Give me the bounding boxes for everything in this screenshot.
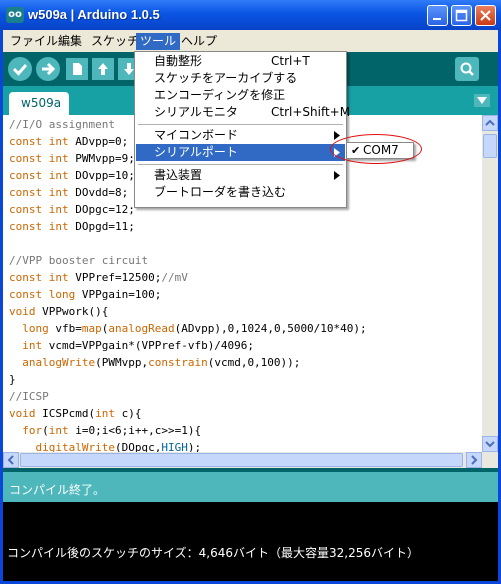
code-line: const long VPPgain=100; [9,288,162,301]
code-line: digitalWrite(DOpgc,HIGH); [35,441,202,452]
menu-separator [138,164,343,165]
vertical-scroll-thumb[interactable] [483,134,497,158]
window-title: w509a | Arduino 1.0.5 [28,7,160,22]
menu-edit[interactable]: 編集 [54,33,86,50]
menu-item-label: マイコンボード [154,128,239,142]
code-line: //VPP booster circuit [9,254,149,267]
menu-item-burn-bootloader[interactable]: ブートローダを書き込む [136,184,345,201]
code-line: const int DOpgc=12; [9,203,135,216]
status-message: コンパイル終了。 [9,483,106,497]
code-line: void ICSPcmd(int c){ [9,407,142,420]
menu-item-archive-sketch[interactable]: スケッチをアーカイブする [136,70,345,87]
chevron-right-icon [471,455,478,465]
horizontal-scroll-thumb[interactable] [20,453,463,467]
console-text: コンパイル後のスケッチのサイズ：4,646バイト（最大容量32,256バイト） [7,546,419,560]
code-line: const int DOvpp=10; [9,169,135,182]
minimize-icon [433,18,441,20]
tab-menu-button[interactable] [474,94,490,107]
menu-item-board[interactable]: マイコンボード [136,127,345,144]
console-output[interactable]: コンパイル後のスケッチのサイズ：4,646バイト（最大容量32,256バイト） [3,502,498,581]
menu-help[interactable]: ヘルプ [177,33,221,50]
code-line: const int DOvdd=8; [9,186,129,199]
chevron-up-icon [485,119,495,126]
code-line: const int PWMvpp=9; [9,152,135,165]
minimize-button[interactable] [427,5,448,26]
code-line: long vfb=map(analogRead(ADvpp),0,1024,0,… [22,322,367,335]
menu-item-serial-port[interactable]: シリアルポート [136,144,345,161]
maximize-icon [455,9,468,22]
code-line: const int VPPref=12500;//mV [9,271,188,284]
maximize-button[interactable] [451,5,472,26]
menu-item-fix-encoding[interactable]: エンコーディングを修正 [136,87,345,104]
new-button[interactable] [66,58,88,80]
menu-separator [138,124,343,125]
menu-item-programmer[interactable]: 書込装置 [136,167,345,184]
scroll-up-button[interactable] [482,115,498,131]
tab-w509a[interactable]: w509a [9,92,69,115]
checkmark-icon [12,64,28,76]
upload-button[interactable] [36,57,60,81]
magnifier-icon [460,62,474,76]
code-line: const int ADvpp=0; [9,135,129,148]
menu-item-label: 自動整形 [154,54,203,68]
scroll-down-button[interactable] [482,436,498,452]
new-file-icon [73,63,82,75]
close-button[interactable] [475,5,496,26]
tools-menu-dropdown: 自動整形 Ctrl+T スケッチをアーカイブする エンコーディングを修正 シリア… [134,51,350,208]
code-line: for(int i=0;i<6;i++,c>>=1){ [22,424,202,437]
menu-item-label: シリアルモニタ [154,105,238,119]
serial-monitor-button[interactable] [455,57,479,81]
code-line: int vcmd=VPPgain*(VPPref-vfb)/4096; [22,339,255,352]
horizontal-scrollbar[interactable] [3,452,498,468]
code-line: void VPPwork(){ [9,305,109,318]
menu-item-auto-format[interactable]: 自動整形 Ctrl+T [136,53,345,70]
tab-label: w509a [21,96,62,110]
close-icon [480,10,491,21]
arduino-window: oo w509a | Arduino 1.0.5 ファイル 編集 スケッチ ツー… [0,0,501,584]
menu-item-shortcut: Ctrl+T [271,54,310,68]
submenu-arrow-icon [334,171,340,180]
annotation-ellipse [330,134,422,164]
code-line: const int DOpgd=11; [9,220,135,233]
menu-bar: ファイル 編集 スケッチ ツール ヘルプ [3,30,498,52]
vertical-scrollbar[interactable] [482,115,498,452]
menu-item-serial-monitor[interactable]: シリアルモニタ Ctrl+Shift+M [136,104,350,121]
arrow-up-icon [98,63,108,75]
arrow-right-icon [42,62,56,76]
scroll-left-button[interactable] [3,452,19,468]
open-button[interactable] [92,58,114,80]
menu-sketch[interactable]: スケッチ [87,33,143,50]
menu-item-label: ブートローダを書き込む [154,185,287,199]
status-bar: コンパイル終了。 [3,472,498,502]
scroll-right-button[interactable] [466,452,482,468]
arduino-logo-icon: oo [6,7,24,23]
verify-button[interactable] [8,57,32,81]
code-line: //ICSP [9,390,49,403]
menu-item-label: 書込装置 [154,168,203,182]
chevron-down-icon [485,441,495,448]
menu-item-shortcut: Ctrl+Shift+M [271,105,351,119]
code-line: } [9,373,16,386]
menu-tools[interactable]: ツール [136,33,181,50]
code-line-text: ADvpp=0; [75,135,129,148]
title-bar[interactable]: oo w509a | Arduino 1.0.5 [0,0,501,30]
code-line: //I/O assignment [9,118,115,131]
menu-item-label: スケッチをアーカイブする [154,71,298,85]
chevron-left-icon [7,455,14,465]
menu-item-label: シリアルポート [154,145,238,159]
chevron-down-icon [477,97,487,104]
code-line: analogWrite(PWMvpp,constrain(vcmd,0,100)… [22,356,301,369]
menu-item-label: エンコーディングを修正 [154,88,286,102]
